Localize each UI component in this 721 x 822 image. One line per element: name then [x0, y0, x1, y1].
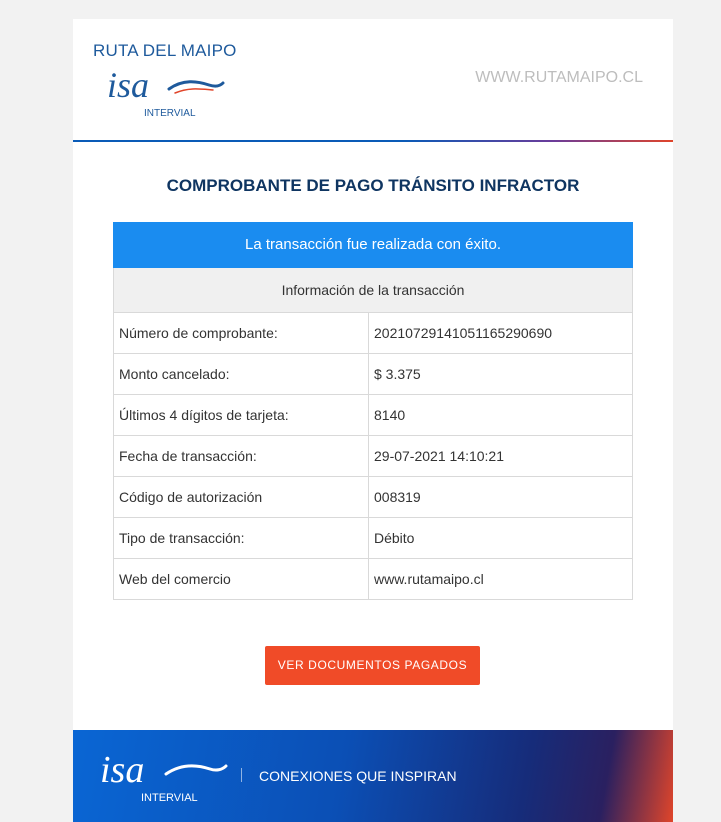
- table-section-title: Información de la transacción: [113, 268, 633, 313]
- brand-name: RUTA DEL MAIPO: [93, 41, 237, 60]
- table-row: Últimos 4 dígitos de tarjeta: 8140: [113, 395, 633, 436]
- row-value: 20210729141051165290690: [374, 325, 553, 341]
- row-value: Débito: [374, 530, 415, 546]
- footer-logo-subtitle: INTERVIAL: [141, 792, 198, 804]
- svg-text:isa: isa: [107, 67, 149, 105]
- row-label: Monto cancelado:: [114, 354, 369, 394]
- row-label: Tipo de transacción:: [114, 518, 369, 558]
- row-label: Web del comercio: [114, 559, 369, 599]
- site-url-link[interactable]: WWW.RUTAMAIPO.CL: [475, 69, 643, 87]
- logo-subtitle: INTERVIAL: [144, 108, 196, 119]
- footer-divider: [241, 768, 242, 782]
- row-label: Número de comprobante:: [114, 313, 369, 353]
- row-label: Código de autorización: [114, 477, 369, 517]
- receipt-card: RUTA DEL MAIPO isa INTERVIAL WWW.RUTAMAI…: [73, 19, 673, 822]
- table-row: Código de autorización 008319: [113, 477, 633, 518]
- row-value: 008319: [374, 489, 421, 505]
- view-paid-documents-button[interactable]: VER DOCUMENTOS PAGADOS: [265, 646, 480, 685]
- footer: isa INTERVIAL CONEXIONES QUE INSPIRAN: [73, 730, 673, 822]
- row-value: 8140: [374, 407, 406, 423]
- row-label: Fecha de transacción:: [114, 436, 369, 476]
- table-row: Número de comprobante: 20210729141051165…: [113, 313, 633, 354]
- row-value[interactable]: www.rutamaipo.cl: [369, 559, 632, 599]
- page-title: COMPROBANTE DE PAGO TRÁNSITO INFRACTOR: [166, 176, 580, 195]
- table-row: Fecha de transacción: 29-07-2021 14:10:2…: [113, 436, 633, 477]
- row-value: $ 3.375: [374, 366, 421, 382]
- footer-tagline: CONEXIONES QUE INSPIRAN: [259, 768, 457, 784]
- isa-logo-icon: isa: [107, 67, 225, 105]
- table-row: Tipo de transacción: Débito: [113, 518, 633, 559]
- success-banner: La transacción fue realizada con éxito.: [113, 222, 633, 268]
- header-divider: [73, 140, 673, 142]
- row-value: 29-07-2021 14:10:21: [374, 448, 504, 464]
- row-label: Últimos 4 dígitos de tarjeta:: [114, 395, 369, 435]
- isa-logo-icon: isa: [100, 750, 228, 790]
- table-row: Web del comercio www.rutamaipo.cl: [113, 559, 633, 600]
- transaction-table: La transacción fue realizada con éxito. …: [113, 222, 633, 600]
- header: RUTA DEL MAIPO isa INTERVIAL WWW.RUTAMAI…: [73, 19, 673, 142]
- svg-text:isa: isa: [100, 750, 144, 790]
- table-row: Monto cancelado: $ 3.375: [113, 354, 633, 395]
